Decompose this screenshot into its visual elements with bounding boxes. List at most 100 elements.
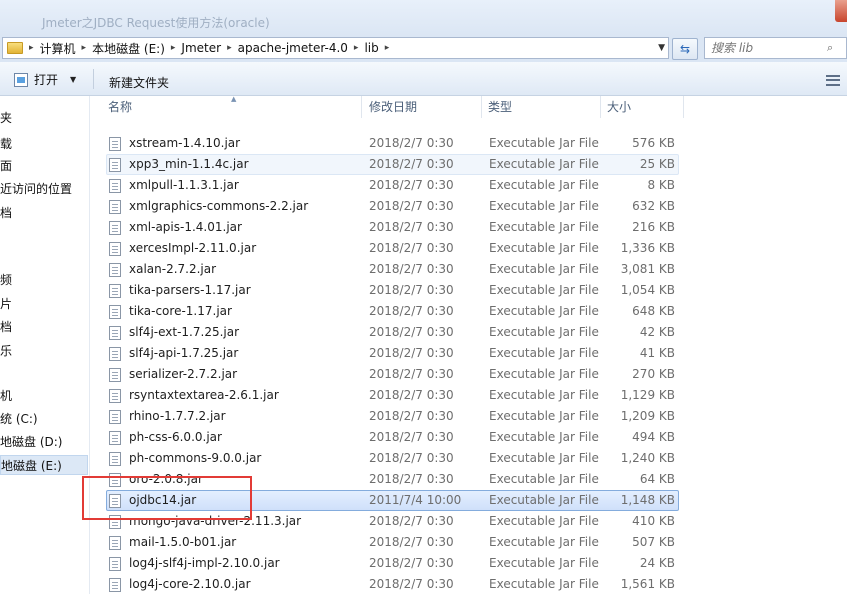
file-size: 410 KB: [632, 514, 675, 528]
open-button-label: 打开: [34, 73, 59, 87]
file-modified-date: 2018/2/7 0:30: [369, 304, 454, 318]
file-row[interactable]: xmlgraphics-commons-2.2.jar 2018/2/7 0:30…: [91, 196, 847, 217]
file-modified-date: 2018/2/7 0:30: [369, 556, 454, 570]
nav-item-videos[interactable]: 频: [0, 270, 88, 290]
address-row: ▸ 计算机 ▸ 本地磁盘 (E:) ▸ Jmeter ▸ apache-jmet…: [0, 36, 847, 62]
address-bar[interactable]: ▸ 计算机 ▸ 本地磁盘 (E:) ▸ Jmeter ▸ apache-jmet…: [2, 37, 669, 59]
nav-item-label: 面: [0, 159, 13, 173]
nav-item-documents[interactable]: 档: [0, 317, 88, 337]
jar-file-icon: [109, 389, 121, 403]
chevron-right-icon[interactable]: ▸: [385, 43, 390, 53]
file-name: mail-1.5.0-b01.jar: [129, 535, 237, 549]
file-size: 24 KB: [639, 556, 675, 570]
column-header-date[interactable]: 修改日期: [364, 96, 482, 118]
file-row[interactable]: slf4j-api-1.7.25.jar 2018/2/7 0:30 Executa…: [91, 343, 847, 364]
nav-item-downloads[interactable]: 载: [0, 134, 88, 154]
file-modified-date: 2018/2/7 0:30: [369, 283, 454, 297]
file-type: Executable Jar File: [489, 493, 599, 507]
file-row[interactable]: xmlpull-1.1.3.1.jar 2018/2/7 0:30 Executab…: [91, 175, 847, 196]
open-button[interactable]: 打开 ▼: [14, 71, 76, 88]
file-modified-date: 2018/2/7 0:30: [369, 451, 454, 465]
file-row[interactable]: rhino-1.7.7.2.jar 2018/2/7 0:30 Executable…: [91, 406, 847, 427]
nav-item-desktop[interactable]: 面: [0, 156, 88, 176]
breadcrumb-computer[interactable]: 计算机: [40, 40, 76, 57]
jar-file-icon: [109, 305, 121, 319]
file-row[interactable]: tika-parsers-1.17.jar 2018/2/7 0:30 Execut…: [91, 280, 847, 301]
nav-item-label: 乐: [0, 344, 13, 358]
breadcrumb-drive-e[interactable]: 本地磁盘 (E:): [92, 40, 165, 57]
jar-file-icon: [109, 578, 121, 592]
nav-item-drive-e[interactable]: 地磁盘 (E:): [0, 455, 88, 475]
file-type: Executable Jar File: [489, 346, 599, 360]
file-size: 576 KB: [632, 136, 675, 150]
file-row[interactable]: rsyntaxtextarea-2.6.1.jar 2018/2/7 0:30 Ex…: [91, 385, 847, 406]
file-type: Executable Jar File: [489, 178, 599, 192]
new-folder-button[interactable]: 新建文件夹: [109, 74, 169, 91]
jar-file-icon: [109, 347, 121, 361]
column-header-size[interactable]: 大小: [602, 96, 684, 118]
file-row[interactable]: ph-commons-9.0.0.jar 2018/2/7 0:30 Executa…: [91, 448, 847, 469]
refresh-icon: ⇆: [679, 42, 691, 56]
jar-file-icon: [109, 431, 121, 445]
chevron-right-icon[interactable]: ▸: [227, 43, 232, 53]
search-input[interactable]: [711, 41, 821, 55]
file-modified-date: 2018/2/7 0:30: [369, 367, 454, 381]
nav-item-pictures[interactable]: 片: [0, 294, 88, 314]
breadcrumb-apache-jmeter[interactable]: apache-jmeter-4.0: [238, 41, 348, 55]
refresh-button[interactable]: ⇆: [672, 38, 698, 60]
chevron-right-icon[interactable]: ▸: [82, 43, 87, 53]
nav-item-music[interactable]: 乐: [0, 341, 88, 361]
file-modified-date: 2018/2/7 0:30: [369, 346, 454, 360]
file-row[interactable]: log4j-slf4j-impl-2.10.0.jar 2018/2/7 0:30…: [91, 553, 847, 574]
file-name: xercesImpl-2.11.0.jar: [129, 241, 257, 255]
nav-item-label: 档: [0, 206, 13, 220]
search-icon[interactable]: ⌕: [827, 41, 833, 55]
navigation-pane[interactable]: 夹 载 面 近访问的位置 档 频 片 档 乐 机 统 (C:) 地磁盘 (D:)…: [0, 96, 90, 594]
search-box[interactable]: ⌕: [704, 37, 847, 59]
nav-item-computer[interactable]: 机: [0, 386, 88, 406]
nav-item-favorites[interactable]: 夹: [0, 108, 88, 128]
nav-item-drive-d[interactable]: 地磁盘 (D:): [0, 432, 88, 452]
file-size: 494 KB: [632, 430, 675, 444]
chevron-right-icon[interactable]: ▸: [354, 43, 359, 53]
nav-item-recent-places[interactable]: 近访问的位置: [0, 179, 88, 199]
column-header-name[interactable]: 名称: [103, 96, 362, 118]
file-row[interactable]: xml-apis-1.4.01.jar 2018/2/7 0:30 Executab…: [91, 217, 847, 238]
file-row[interactable]: ph-css-6.0.0.jar 2018/2/7 0:30 Executable …: [91, 427, 847, 448]
view-options-icon[interactable]: [826, 75, 840, 86]
nav-item-label: 地磁盘 (D:): [0, 435, 63, 449]
file-row[interactable]: xpp3_min-1.1.4c.jar 2018/2/7 0:30 Executab…: [91, 154, 847, 175]
nav-item-libraries[interactable]: 档: [0, 203, 88, 223]
file-row[interactable]: tika-core-1.17.jar 2018/2/7 0:30 Executabl…: [91, 301, 847, 322]
file-size: 216 KB: [632, 220, 675, 234]
file-row[interactable]: xercesImpl-2.11.0.jar 2018/2/7 0:30 Execut…: [91, 238, 847, 259]
file-row[interactable]: log4j-core-2.10.0.jar 2018/2/7 0:30 Execut…: [91, 574, 847, 594]
close-window-button[interactable]: [835, 0, 847, 22]
file-row[interactable]: mail-1.5.0-b01.jar 2018/2/7 0:30 Executabl…: [91, 532, 847, 553]
file-name: xmlgraphics-commons-2.2.jar: [129, 199, 309, 213]
file-type: Executable Jar File: [489, 472, 599, 486]
file-name: slf4j-api-1.7.25.jar: [129, 346, 239, 360]
file-type: Executable Jar File: [489, 430, 599, 444]
file-row[interactable]: serializer-2.7.2.jar 2018/2/7 0:30 Executa…: [91, 364, 847, 385]
dropdown-arrow-icon[interactable]: ▼: [70, 75, 76, 84]
file-row[interactable]: xalan-2.7.2.jar 2018/2/7 0:30 Executable J…: [91, 259, 847, 280]
address-dropdown-icon[interactable]: ▼: [658, 43, 665, 53]
file-row[interactable]: xstream-1.4.10.jar 2018/2/7 0:30 Executabl…: [91, 133, 847, 154]
chevron-right-icon[interactable]: ▸: [29, 43, 34, 53]
jar-file-icon: [109, 284, 121, 298]
file-name: xml-apis-1.4.01.jar: [129, 220, 242, 234]
file-type: Executable Jar File: [489, 388, 599, 402]
chevron-right-icon[interactable]: ▸: [171, 43, 176, 53]
file-name: ph-css-6.0.0.jar: [129, 430, 222, 444]
file-type: Executable Jar File: [489, 325, 599, 339]
breadcrumb-jmeter[interactable]: Jmeter: [181, 41, 221, 55]
file-row[interactable]: slf4j-ext-1.7.25.jar 2018/2/7 0:30 Executa…: [91, 322, 847, 343]
file-size: 648 KB: [632, 304, 675, 318]
file-type: Executable Jar File: [489, 262, 599, 276]
nav-item-drive-c[interactable]: 统 (C:): [0, 409, 88, 429]
column-header-type[interactable]: 类型: [483, 96, 601, 118]
breadcrumb-lib[interactable]: lib: [364, 41, 378, 55]
file-size: 3,081 KB: [620, 262, 675, 276]
open-icon: [14, 72, 28, 87]
